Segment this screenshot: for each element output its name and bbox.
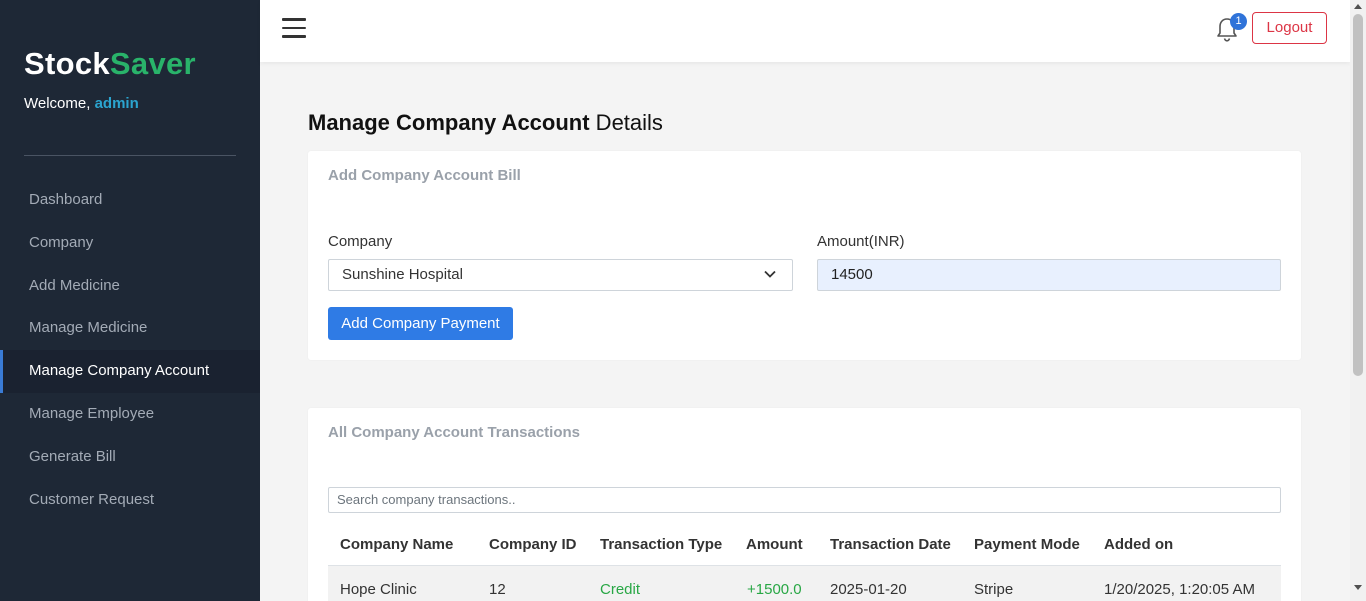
column-header-added-on[interactable]: Added on <box>1104 536 1173 553</box>
scroll-down-arrow-icon[interactable] <box>1354 585 1362 590</box>
menu-toggle-icon[interactable] <box>282 18 306 38</box>
top-bar: 1 Logout <box>260 0 1350 62</box>
scroll-up-arrow-icon[interactable] <box>1354 4 1362 9</box>
logout-button[interactable]: Logout <box>1252 12 1327 44</box>
cell-company-id: 12 <box>489 581 506 598</box>
cell-transaction-type: Credit <box>600 581 641 598</box>
sidebar-item-manage-employee[interactable]: Manage Employee <box>0 393 260 436</box>
sidebar-item-company[interactable]: Company <box>0 222 260 265</box>
welcome-message: Welcome, admin <box>24 95 139 112</box>
brand-name-part1: Stock <box>24 46 110 81</box>
sidebar-item-add-medicine[interactable]: Add Medicine <box>0 265 260 308</box>
page-title-rest: Details <box>589 110 663 135</box>
column-header-transaction-date[interactable]: Transaction Date <box>830 536 951 553</box>
cell-added-on: 1/20/2025, 1:20:05 AM <box>1104 581 1255 598</box>
add-company-payment-button[interactable]: Add Company Payment <box>328 307 513 340</box>
amount-label: Amount(INR) <box>817 233 905 250</box>
table-row[interactable]: Hope Clinic 12 Credit +1500.0 2025-01-20… <box>328 566 1281 601</box>
cell-payment-mode: Stripe <box>974 581 1014 598</box>
notification-count-badge: 1 <box>1230 13 1247 30</box>
sidebar-item-generate-bill[interactable]: Generate Bill <box>0 436 260 479</box>
add-bill-card: Add Company Account Bill Company Sunshin… <box>308 151 1301 360</box>
brand-logo[interactable]: StockSaver <box>24 46 196 82</box>
cell-company-name: Hope Clinic <box>340 581 417 598</box>
sidebar-item-manage-company-account[interactable]: Manage Company Account <box>0 350 260 393</box>
sidebar-item-dashboard[interactable]: Dashboard <box>0 179 260 222</box>
sidebar-item-customer-request[interactable]: Customer Request <box>0 479 260 522</box>
transactions-card-title: All Company Account Transactions <box>328 424 580 441</box>
column-header-company-id[interactable]: Company ID <box>489 536 577 553</box>
sidebar-divider <box>24 155 236 156</box>
page-title-bold: Manage Company Account <box>308 110 590 135</box>
company-select-value: Sunshine Hospital <box>342 266 463 283</box>
column-header-company-name[interactable]: Company Name <box>340 536 453 553</box>
cell-transaction-date: 2025-01-20 <box>830 581 907 598</box>
add-bill-card-title: Add Company Account Bill <box>328 167 521 184</box>
sidebar-nav: Dashboard Company Add Medicine Manage Me… <box>0 179 260 521</box>
welcome-username: admin <box>94 95 139 112</box>
scroll-thumb[interactable] <box>1353 14 1363 376</box>
chevron-down-icon <box>764 270 776 278</box>
column-header-amount[interactable]: Amount <box>746 536 803 553</box>
transactions-search-input[interactable]: Search company transactions.. <box>328 487 1281 513</box>
company-select[interactable]: Sunshine Hospital <box>328 259 793 291</box>
transactions-table-header: Company Name Company ID Transaction Type… <box>328 526 1281 566</box>
company-label: Company <box>328 233 393 250</box>
transactions-card: All Company Account Transactions Search … <box>308 408 1301 601</box>
sidebar-item-manage-medicine[interactable]: Manage Medicine <box>0 307 260 350</box>
page-title: Manage Company Account Details <box>308 110 663 136</box>
cell-amount: +1500.0 <box>747 581 802 598</box>
welcome-text: Welcome, <box>24 95 95 112</box>
column-header-payment-mode[interactable]: Payment Mode <box>974 536 1080 553</box>
page-scrollbar[interactable] <box>1350 0 1366 601</box>
column-header-transaction-type[interactable]: Transaction Type <box>600 536 722 553</box>
sidebar: StockSaver Welcome, admin Dashboard Comp… <box>0 0 260 601</box>
brand-name-part2: Saver <box>109 46 196 81</box>
amount-input[interactable]: 14500 <box>817 259 1281 291</box>
